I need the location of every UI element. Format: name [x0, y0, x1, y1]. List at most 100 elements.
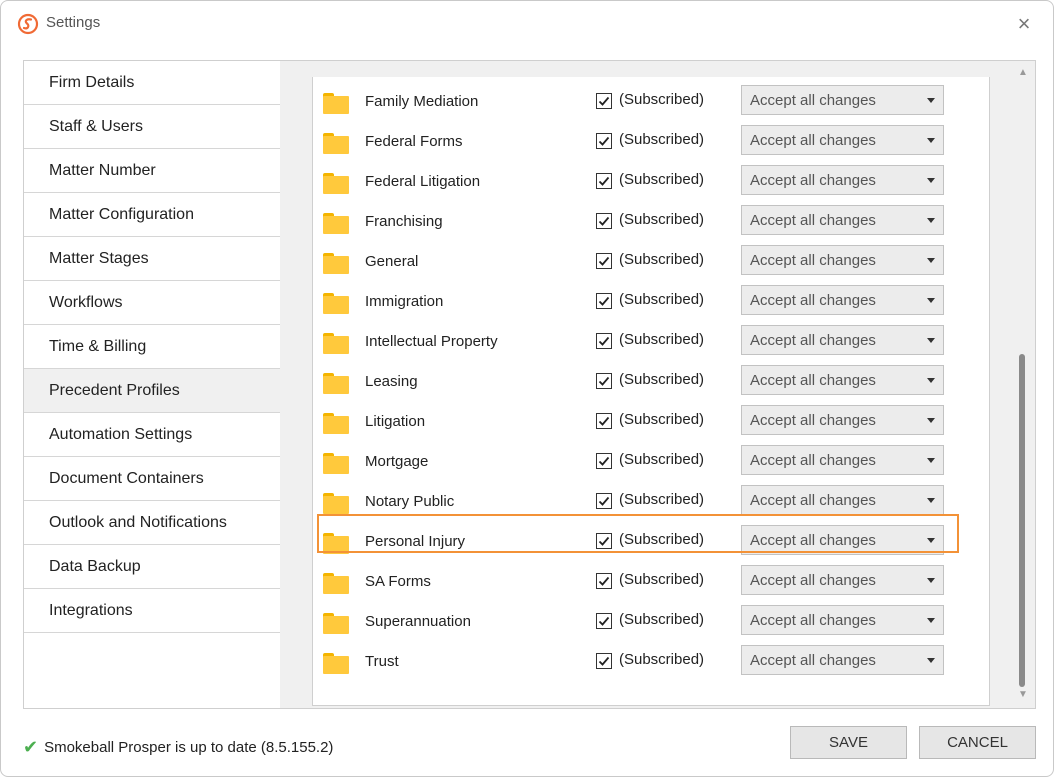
scroll-up-icon[interactable]: ▲: [1018, 67, 1028, 78]
dropdown-value: Accept all changes: [750, 412, 876, 429]
sidebar-item-outlook-and-notifications[interactable]: Outlook and Notifications: [24, 501, 281, 545]
subscribed-label: (Subscribed): [619, 651, 705, 668]
profile-name: SA Forms: [365, 573, 431, 590]
chevron-down-icon: [927, 298, 935, 303]
subscribed-checkbox[interactable]: [596, 93, 612, 109]
checkmark-icon: [598, 456, 610, 466]
status-text: Smokeball Prosper is up to date (8.5.155…: [44, 739, 334, 756]
subscribed-label: (Subscribed): [619, 451, 705, 468]
folder-icon: [323, 173, 349, 194]
folder-icon: [323, 333, 349, 354]
update-option-dropdown[interactable]: Accept all changes: [741, 125, 944, 155]
folder-icon: [323, 533, 349, 554]
update-option-dropdown[interactable]: Accept all changes: [741, 565, 944, 595]
sidebar-item-matter-configuration[interactable]: Matter Configuration: [24, 193, 281, 237]
update-option-dropdown[interactable]: Accept all changes: [741, 525, 944, 555]
update-option-dropdown[interactable]: Accept all changes: [741, 645, 944, 675]
dropdown-value: Accept all changes: [750, 332, 876, 349]
dropdown-value: Accept all changes: [750, 452, 876, 469]
chevron-down-icon: [927, 258, 935, 263]
folder-icon: [323, 493, 349, 514]
profile-name: Franchising: [365, 213, 443, 230]
list-item: Intellectual Property (Subscribed) Accept …: [313, 325, 989, 365]
subscribed-checkbox[interactable]: [596, 573, 612, 589]
update-option-dropdown[interactable]: Accept all changes: [741, 485, 944, 515]
profile-name: Intellectual Property: [365, 333, 498, 350]
profile-name: Leasing: [365, 373, 418, 390]
subscribed-checkbox[interactable]: [596, 213, 612, 229]
update-option-dropdown[interactable]: Accept all changes: [741, 405, 944, 435]
subscribed-checkbox[interactable]: [596, 133, 612, 149]
list-item: Notary Public (Subscribed) Accept all chan…: [313, 485, 989, 525]
subscribed-checkbox[interactable]: [596, 493, 612, 509]
dropdown-value: Accept all changes: [750, 372, 876, 389]
sidebar-item-workflows[interactable]: Workflows: [24, 281, 281, 325]
sidebar-item-data-backup[interactable]: Data Backup: [24, 545, 281, 589]
dropdown-value: Accept all changes: [750, 492, 876, 509]
dropdown-value: Accept all changes: [750, 572, 876, 589]
subscribed-label: (Subscribed): [619, 171, 705, 188]
save-button[interactable]: SAVE: [790, 726, 907, 759]
update-option-dropdown[interactable]: Accept all changes: [741, 205, 944, 235]
list-item: Personal Injury (Subscribed) Accept all ch…: [313, 525, 989, 565]
scrollbar[interactable]: ▲ ▼: [1016, 61, 1030, 704]
checkmark-icon: [598, 416, 610, 426]
chevron-down-icon: [927, 378, 935, 383]
checkmark-icon: [598, 256, 610, 266]
sidebar-item-integrations[interactable]: Integrations: [24, 589, 281, 633]
update-option-dropdown[interactable]: Accept all changes: [741, 445, 944, 475]
update-option-dropdown[interactable]: Accept all changes: [741, 85, 944, 115]
chevron-down-icon: [927, 458, 935, 463]
list-item: Trust (Subscribed) Accept all changes: [313, 645, 989, 685]
subscribed-checkbox[interactable]: [596, 253, 612, 269]
sidebar-item-firm-details[interactable]: Firm Details: [24, 61, 281, 105]
scroll-down-icon[interactable]: ▼: [1018, 689, 1028, 700]
subscribed-checkbox[interactable]: [596, 453, 612, 469]
list-item: General (Subscribed) Accept all changes: [313, 245, 989, 285]
update-option-dropdown[interactable]: Accept all changes: [741, 285, 944, 315]
update-option-dropdown[interactable]: Accept all changes: [741, 365, 944, 395]
subscribed-checkbox[interactable]: [596, 653, 612, 669]
subscribed-label: (Subscribed): [619, 531, 705, 548]
profile-name: Federal Forms: [365, 133, 463, 150]
update-option-dropdown[interactable]: Accept all changes: [741, 245, 944, 275]
sidebar-item-matter-number[interactable]: Matter Number: [24, 149, 281, 193]
profile-name: Personal Injury: [365, 533, 466, 550]
folder-icon: [323, 253, 349, 274]
update-status: ✔ Smokeball Prosper is up to date (8.5.15…: [23, 737, 333, 758]
subscribed-checkbox[interactable]: [596, 173, 612, 189]
chevron-down-icon: [927, 618, 935, 623]
folder-icon: [323, 573, 349, 594]
scroll-thumb[interactable]: [1019, 354, 1025, 687]
checkmark-icon: ✔: [23, 737, 39, 757]
subscribed-checkbox[interactable]: [596, 613, 612, 629]
close-icon[interactable]: ×: [1009, 9, 1039, 39]
profile-name: Superannuation: [365, 613, 471, 630]
subscribed-label: (Subscribed): [619, 291, 705, 308]
dropdown-value: Accept all changes: [750, 92, 876, 109]
subscribed-checkbox[interactable]: [596, 333, 612, 349]
cancel-button[interactable]: CANCEL: [919, 726, 1036, 759]
folder-icon: [323, 653, 349, 674]
update-option-dropdown[interactable]: Accept all changes: [741, 165, 944, 195]
update-option-dropdown[interactable]: Accept all changes: [741, 605, 944, 635]
subscribed-checkbox[interactable]: [596, 413, 612, 429]
sidebar-item-automation-settings[interactable]: Automation Settings: [24, 413, 281, 457]
subscribed-checkbox[interactable]: [596, 293, 612, 309]
subscribed-checkbox[interactable]: [596, 533, 612, 549]
sidebar-item-matter-stages[interactable]: Matter Stages: [24, 237, 281, 281]
sidebar-item-time-billing[interactable]: Time & Billing: [24, 325, 281, 369]
list-item: Franchising (Subscribed) Accept all change…: [313, 205, 989, 245]
list-item: Federal Litigation (Subscribed) Accept all…: [313, 165, 989, 205]
update-option-dropdown[interactable]: Accept all changes: [741, 325, 944, 355]
list-item: SA Forms (Subscribed) Accept all changes: [313, 565, 989, 605]
list-item: Immigration (Subscribed) Accept all change…: [313, 285, 989, 325]
subscribed-label: (Subscribed): [619, 211, 705, 228]
subscribed-checkbox[interactable]: [596, 373, 612, 389]
list-item: Mortgage (Subscribed) Accept all changes: [313, 445, 989, 485]
settings-sidebar: Firm Details Staff & Users Matter Number Ma…: [23, 60, 282, 709]
sidebar-item-document-containers[interactable]: Document Containers: [24, 457, 281, 501]
sidebar-item-staff-users[interactable]: Staff & Users: [24, 105, 281, 149]
checkmark-icon: [598, 496, 610, 506]
sidebar-item-precedent-profiles[interactable]: Precedent Profiles: [24, 369, 281, 413]
